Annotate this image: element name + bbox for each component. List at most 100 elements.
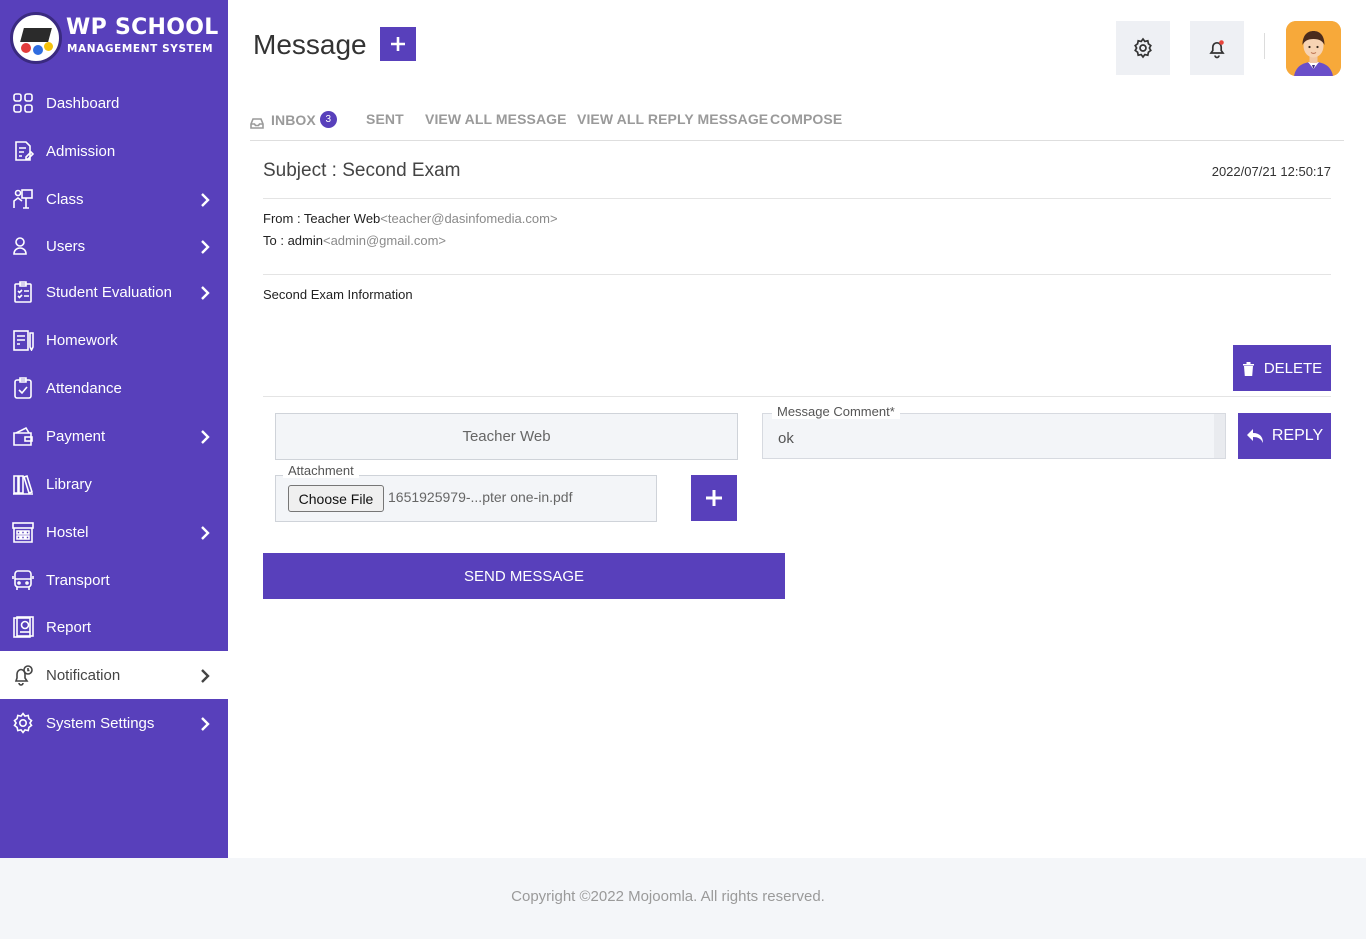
settings-icon <box>12 712 34 734</box>
tab-inbox[interactable]: INBOX 3 <box>271 111 337 128</box>
sidebar-item-system-settings[interactable]: System Settings <box>0 699 228 747</box>
notifications-button[interactable] <box>1190 21 1244 75</box>
header-divider <box>1264 33 1265 59</box>
copyright-text: Copyright ©2022 Mojoomla. All rights res… <box>511 888 825 905</box>
sidebar-item-label: Payment <box>46 427 106 445</box>
sidebar-item-attendance[interactable]: Attendance <box>0 364 228 412</box>
school-logo-icon <box>10 12 62 64</box>
sidebar-item-report[interactable]: Report <box>0 603 228 651</box>
comment-input[interactable] <box>778 430 1208 447</box>
add-message-button[interactable] <box>380 27 416 61</box>
tab-view-all-message[interactable]: VIEW ALL MESSAGE <box>425 111 567 127</box>
to-address: <admin@gmail.com> <box>322 233 447 248</box>
sidebar-item-label: Library <box>46 475 92 493</box>
to-name: To : admin <box>263 233 323 248</box>
selected-file-name: 1651925979-...pter one-in.pdf <box>388 489 573 505</box>
sidebar-item-label: Notification <box>46 666 121 684</box>
sidebar-item-class[interactable]: Class <box>0 175 228 223</box>
hostel-icon <box>12 521 34 543</box>
notification-icon <box>12 664 34 686</box>
evaluation-icon <box>12 281 34 303</box>
report-icon <box>12 616 34 638</box>
page-title: Message <box>253 29 367 60</box>
chevron-right-icon <box>198 668 212 683</box>
tab-compose[interactable]: COMPOSE <box>770 111 842 127</box>
admission-icon <box>12 140 35 162</box>
choose-file-button[interactable]: Choose File <box>288 485 384 512</box>
inbox-icon <box>250 114 264 129</box>
chevron-right-icon <box>198 285 212 300</box>
add-attachment-button[interactable] <box>691 475 737 521</box>
plus-icon <box>706 490 722 506</box>
plus-icon <box>391 37 405 51</box>
sidebar-item-label: Transport <box>46 571 110 589</box>
sidebar-item-label: Hostel <box>46 523 89 541</box>
reply-button[interactable]: REPLY <box>1238 413 1331 459</box>
class-icon <box>12 188 34 210</box>
user-avatar[interactable] <box>1286 21 1341 76</box>
message-subject: Subject : Second Exam <box>263 160 461 181</box>
divider <box>263 198 1331 199</box>
sender-name-field: Teacher Web <box>275 413 738 460</box>
attendance-icon <box>12 377 34 399</box>
transport-icon <box>12 569 34 591</box>
divider <box>263 396 1331 397</box>
inbox-count-badge: 3 <box>319 111 337 128</box>
sidebar-item-notification[interactable]: Notification <box>0 651 228 699</box>
message-body: Second Exam Information <box>263 287 413 302</box>
settings-button[interactable] <box>1116 21 1170 75</box>
sidebar-item-student-evaluation[interactable]: Student Evaluation <box>0 268 228 316</box>
sidebar-item-label: Homework <box>46 331 118 349</box>
bell-icon <box>1209 40 1225 59</box>
chevron-right-icon <box>198 429 212 444</box>
sidebar-item-label: System Settings <box>46 714 155 732</box>
send-message-button[interactable]: SEND MESSAGE <box>263 553 785 599</box>
sidebar-item-admission[interactable]: Admission <box>0 127 228 175</box>
tab-sent[interactable]: SENT <box>366 111 404 127</box>
users-icon <box>12 235 34 257</box>
sidebar-item-payment[interactable]: Payment <box>0 412 228 460</box>
trash-icon <box>1242 361 1254 376</box>
sidebar-item-label: Users <box>46 237 86 255</box>
sidebar: WP SCHOOL MANAGEMENT SYSTEM Dashboard Ad… <box>0 0 228 858</box>
from-name: From : Teacher Web <box>263 211 381 226</box>
message-date: 2022/07/21 12:50:17 <box>1211 164 1331 179</box>
sidebar-item-label: Admission <box>46 142 116 160</box>
message-to: To : admin<admin@gmail.com> <box>263 233 446 248</box>
tab-inbox-label: INBOX <box>271 112 316 128</box>
chevron-right-icon <box>198 716 212 731</box>
delete-label: DELETE <box>1263 359 1323 377</box>
brand-subtitle: MANAGEMENT SYSTEM <box>67 43 214 55</box>
sidebar-item-dashboard[interactable]: Dashboard <box>0 79 228 127</box>
sidebar-item-label: Dashboard <box>46 94 120 112</box>
sidebar-item-label: Student Evaluation <box>46 283 172 301</box>
chevron-right-icon <box>198 192 212 207</box>
sidebar-item-library[interactable]: Library <box>0 460 228 508</box>
tab-view-all-reply-message[interactable]: VIEW ALL REPLY MESSAGE <box>577 111 768 127</box>
sidebar-item-users[interactable]: Users <box>0 222 228 270</box>
delete-button[interactable]: DELETE <box>1233 345 1331 391</box>
sidebar-item-label: Attendance <box>46 379 122 397</box>
avatar-icon <box>1286 21 1341 76</box>
payment-icon <box>12 425 34 447</box>
library-icon <box>12 473 34 495</box>
brand-logo[interactable]: WP SCHOOL MANAGEMENT SYSTEM <box>10 12 225 64</box>
reply-label: REPLY <box>1271 427 1324 444</box>
sidebar-item-hostel[interactable]: Hostel <box>0 508 228 556</box>
chevron-right-icon <box>198 239 212 254</box>
divider <box>263 274 1331 275</box>
reply-icon <box>1246 429 1263 443</box>
dashboard-icon <box>12 92 34 114</box>
brand-title: WP SCHOOL <box>66 15 219 40</box>
chevron-right-icon <box>198 525 212 540</box>
sidebar-item-label: Class <box>46 190 84 208</box>
from-address: <teacher@dasinfomedia.com> <box>380 211 558 226</box>
sidebar-item-homework[interactable]: Homework <box>0 316 228 364</box>
gear-icon <box>1134 37 1152 59</box>
message-tabs: INBOX 3 SENT VIEW ALL MESSAGE VIEW ALL RE… <box>250 108 1344 141</box>
sidebar-item-transport[interactable]: Transport <box>0 556 228 604</box>
sidebar-item-label: Report <box>46 618 92 636</box>
comment-label: Message Comment* <box>772 404 900 419</box>
comment-scrollbar[interactable] <box>1214 414 1225 458</box>
message-from: From : Teacher Web<teacher@dasinfomedia.… <box>263 211 558 226</box>
